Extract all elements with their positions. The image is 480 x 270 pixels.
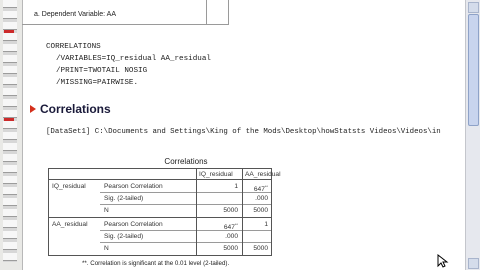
output-navigator-toolbar[interactable]: [0, 0, 23, 270]
table-footnote: **. Correlation is significant at the 0.…: [82, 260, 230, 267]
statistic-label: Pearson Correlation: [104, 183, 163, 190]
scroll-down-button[interactable]: [468, 258, 479, 269]
section-title: Correlations: [40, 102, 111, 116]
dataset-path: [DataSet1] C:\Documents and Settings\Kin…: [46, 128, 441, 136]
table-rule: [100, 204, 272, 205]
section-heading[interactable]: Correlations: [30, 101, 111, 117]
syntax-line: /MISSING=PAIRWISE.: [56, 79, 139, 87]
statistic-label: Sig. (2-tailed): [104, 195, 144, 202]
table-cell: 647**: [223, 222, 238, 232]
output-viewer: a. Dependent Variable: AA CORRELATIONS /…: [22, 0, 466, 270]
table-cell: 647**: [253, 184, 268, 194]
table-rule: [48, 217, 272, 218]
toolbar-marker-icon: [4, 30, 14, 33]
previous-table-frame: a. Dependent Variable: AA: [22, 0, 229, 25]
table-cell: 1: [264, 221, 268, 228]
table-divider: [206, 0, 207, 24]
syntax-block: CORRELATIONS /VARIABLES=IQ_residual AA_r…: [46, 41, 211, 89]
statistic-label: N: [104, 207, 109, 214]
table-cell: 5000: [223, 207, 238, 214]
red-arrow-icon: [30, 105, 36, 113]
previous-table-footnote: a. Dependent Variable: AA: [34, 11, 116, 18]
statistic-label: Pearson Correlation: [104, 221, 163, 228]
column-header: AA_residual: [245, 171, 281, 178]
column-header: IQ_residual: [199, 171, 233, 178]
vertical-scrollbar[interactable]: [465, 0, 480, 270]
toolbar-marker-icon: [4, 118, 14, 121]
row-variable-label: IQ_residual: [52, 183, 86, 190]
syntax-line: /PRINT=TWOTAIL NOSIG: [56, 67, 148, 75]
table-cell: 5000: [223, 245, 238, 252]
table-rule: [196, 168, 197, 256]
table-rule: [48, 255, 272, 256]
row-variable-label: AA_residual: [52, 221, 88, 228]
table-rule: [271, 168, 272, 256]
mouse-cursor-icon: [437, 254, 449, 268]
table-rule: [100, 242, 272, 243]
table-rule: [48, 168, 272, 169]
table-rule: [48, 179, 272, 180]
scroll-thumb[interactable]: [468, 14, 479, 126]
table-cell: .000: [225, 233, 238, 240]
table-cell: 5000: [253, 207, 268, 214]
toolbar-icon-strip[interactable]: [3, 0, 17, 262]
syntax-line: CORRELATIONS: [46, 43, 101, 51]
table-cell: 5000: [253, 245, 268, 252]
table-cell: 1: [234, 183, 238, 190]
correlations-table[interactable]: IQ_residual AA_residual IQ_residual Pear…: [48, 168, 281, 256]
syntax-line: /VARIABLES=IQ_residual AA_residual: [56, 55, 211, 63]
table-rule: [48, 168, 49, 256]
statistic-label: N: [104, 245, 109, 252]
statistic-label: Sig. (2-tailed): [104, 233, 144, 240]
table-cell: .000: [255, 195, 268, 202]
table-caption: Correlations: [164, 157, 208, 166]
scroll-up-button[interactable]: [468, 2, 479, 13]
table-rule: [100, 230, 272, 231]
